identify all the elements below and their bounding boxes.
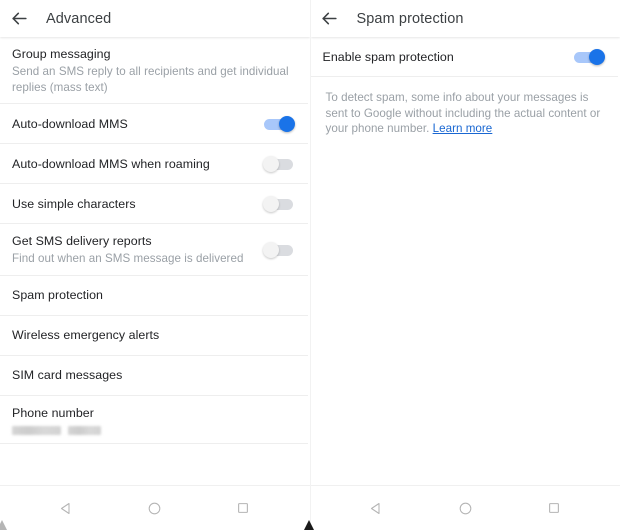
row-text-roaming: Auto-download MMS when roaming: [12, 147, 253, 182]
toggle-knob: [262, 156, 279, 172]
setting-title-sms-delivery-reports: Get SMS delivery reports: [12, 234, 152, 248]
square-recents-icon: [236, 501, 250, 515]
setting-title-auto-download-mms: Auto-download MMS: [12, 116, 128, 131]
page-title-advanced: Advanced: [46, 10, 112, 27]
nav-back-button[interactable]: [44, 486, 88, 530]
row-text-mms: Auto-download MMS: [12, 107, 253, 142]
android-navbar-left: [0, 485, 310, 530]
spam-protection-appbar: Spam protection: [310, 0, 620, 37]
advanced-settings-list: Group messaging Send an SMS reply to all…: [0, 37, 310, 485]
android-navbar-right: [310, 485, 620, 530]
edge-artifact: [0, 520, 7, 530]
setting-title-group-messaging: Group messaging: [12, 47, 111, 61]
row-text-delivery-reports: Get SMS delivery reports Find out when a…: [12, 224, 253, 276]
toggle-sms-delivery-reports[interactable]: [262, 240, 296, 260]
toggle-knob: [262, 196, 279, 212]
toggle-auto-download-mms-roaming[interactable]: [262, 154, 296, 174]
redaction-block: [12, 425, 61, 435]
nav-home-button[interactable]: [133, 486, 177, 530]
redaction-block: [68, 425, 101, 435]
spam-protection-description: To detect spam, some info about your mes…: [326, 90, 606, 137]
row-text-sim: SIM card messages: [12, 358, 296, 393]
spam-protection-list: Enable spam protection To detect spam, s…: [310, 37, 620, 485]
toggle-enable-spam-protection[interactable]: [573, 47, 606, 67]
setting-subtitle-group-messaging: Send an SMS reply to all recipients and …: [12, 65, 289, 94]
nav-recents-button[interactable]: [532, 486, 576, 530]
setting-title-use-simple-characters: Use simple characters: [12, 196, 136, 211]
square-recents-icon: [547, 501, 561, 515]
dual-pane-screenshot: Advanced Group messaging Send an SMS rep…: [0, 0, 620, 530]
setting-subtitle-sms-delivery-reports: Find out when an SMS message is delivere…: [12, 252, 244, 265]
setting-row-auto-download-mms[interactable]: Auto-download MMS: [0, 104, 310, 144]
setting-row-sms-delivery-reports[interactable]: Get SMS delivery reports Find out when a…: [0, 224, 310, 276]
setting-title-sim-card-messages: SIM card messages: [12, 368, 123, 382]
back-button-advanced[interactable]: [0, 0, 38, 37]
setting-title-phone-number: Phone number: [12, 405, 94, 420]
arrow-back-icon: [320, 9, 339, 28]
circle-home-icon: [147, 501, 162, 516]
advanced-appbar: Advanced: [0, 0, 310, 37]
row-text-phone: Phone number: [12, 396, 296, 444]
redacted-phone-number-value: [12, 425, 296, 435]
setting-row-auto-download-mms-roaming[interactable]: Auto-download MMS when roaming: [0, 144, 310, 184]
row-text-group: Group messaging Send an SMS reply to all…: [12, 37, 296, 104]
triangle-back-icon: [369, 501, 384, 516]
nav-back-button[interactable]: [355, 486, 399, 530]
nav-recents-button[interactable]: [221, 486, 265, 530]
setting-row-use-simple-characters[interactable]: Use simple characters: [0, 184, 310, 224]
toggle-use-simple-characters[interactable]: [262, 194, 296, 214]
toggle-auto-download-mms[interactable]: [263, 114, 296, 134]
spam-protection-panel: Spam protection Enable spam protection T…: [310, 0, 620, 530]
setting-row-wireless-emergency-alerts[interactable]: Wireless emergency alerts: [0, 315, 310, 356]
spam-protection-info-block: To detect spam, some info about your mes…: [311, 77, 620, 137]
row-text-simple-chars: Use simple characters: [12, 187, 253, 222]
row-text-spam: Spam protection: [12, 278, 296, 313]
triangle-back-icon: [59, 501, 74, 516]
nav-home-button[interactable]: [443, 486, 487, 530]
setting-row-phone-number[interactable]: Phone number: [0, 395, 310, 444]
toggle-knob: [262, 241, 279, 258]
page-title-spam-protection: Spam protection: [356, 10, 464, 27]
setting-title-wireless-emergency-alerts: Wireless emergency alerts: [12, 328, 160, 342]
row-text-alerts: Wireless emergency alerts: [12, 318, 296, 353]
toggle-knob: [589, 49, 605, 65]
advanced-settings-panel: Advanced Group messaging Send an SMS rep…: [0, 0, 311, 530]
center-edge-artifact: [304, 520, 314, 530]
arrow-back-icon: [10, 9, 29, 28]
setting-row-spam-protection[interactable]: Spam protection: [0, 275, 310, 316]
setting-row-sim-card-messages[interactable]: SIM card messages: [0, 355, 310, 396]
setting-title-spam-protection: Spam protection: [12, 288, 103, 302]
learn-more-link[interactable]: Learn more: [433, 122, 493, 135]
circle-home-icon: [458, 501, 473, 516]
setting-row-group-messaging[interactable]: Group messaging Send an SMS reply to all…: [0, 37, 310, 104]
toggle-knob: [278, 116, 295, 132]
setting-row-enable-spam-protection[interactable]: Enable spam protection: [310, 37, 620, 77]
back-button-spam-protection[interactable]: [311, 0, 349, 37]
setting-title-enable-spam-protection: Enable spam protection: [322, 49, 454, 64]
setting-title-auto-download-mms-roaming: Auto-download MMS when roaming: [12, 156, 210, 171]
row-text-enable-spam: Enable spam protection: [323, 40, 564, 75]
